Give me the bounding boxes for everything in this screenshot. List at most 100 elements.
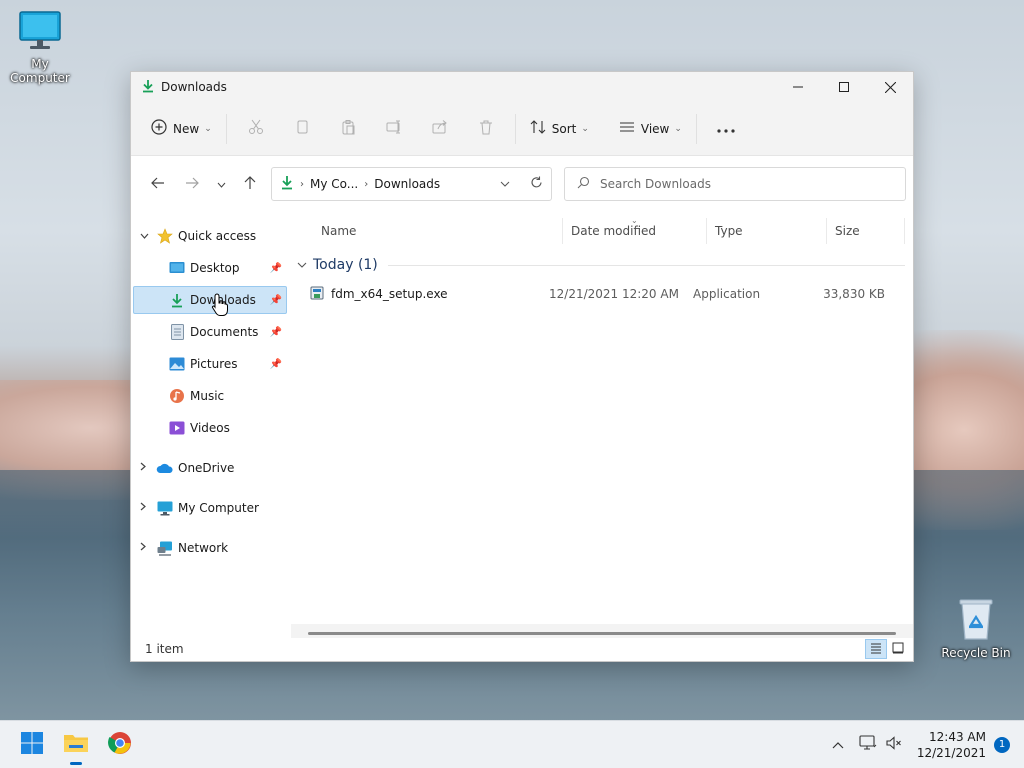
forward-button[interactable] bbox=[175, 169, 209, 199]
volume-button[interactable] bbox=[881, 730, 907, 760]
pin-icon: 📌 bbox=[269, 262, 282, 274]
volume-muted-icon bbox=[885, 735, 903, 754]
sidebar-item-label: My Computer bbox=[178, 501, 259, 515]
share-icon bbox=[432, 119, 448, 138]
chevron-right-icon: › bbox=[364, 178, 369, 190]
maximize-button[interactable] bbox=[821, 72, 867, 102]
desktop-icon-label: Recycle Bin bbox=[941, 646, 1011, 660]
sidebar-item-label: OneDrive bbox=[178, 461, 235, 475]
notification-badge[interactable]: 1 bbox=[994, 736, 1010, 753]
sidebar-item-videos[interactable]: Videos bbox=[133, 414, 287, 442]
address-bar[interactable]: › My Co... › Downloads bbox=[271, 167, 552, 201]
paste-icon bbox=[340, 119, 356, 138]
minimize-button[interactable] bbox=[775, 72, 821, 102]
address-history-dropdown[interactable] bbox=[500, 179, 510, 190]
scrollbar-thumb[interactable] bbox=[308, 632, 896, 635]
chevron-right-icon[interactable] bbox=[140, 542, 156, 554]
recent-locations-button[interactable] bbox=[209, 169, 233, 199]
more-options-button[interactable] bbox=[703, 113, 749, 145]
view-button[interactable]: View ⌄ bbox=[611, 113, 690, 145]
arrow-up-icon bbox=[244, 175, 256, 193]
column-header-type[interactable]: Type bbox=[707, 218, 827, 244]
chevron-right-icon[interactable] bbox=[140, 502, 156, 514]
group-header-today[interactable]: Today (1) bbox=[291, 250, 913, 280]
chevron-right-icon[interactable] bbox=[140, 462, 156, 474]
computer-icon bbox=[156, 500, 174, 516]
details-view-button[interactable] bbox=[865, 639, 887, 659]
clock-date: 12/21/2021 bbox=[916, 745, 986, 760]
taskbar-chrome[interactable] bbox=[98, 723, 142, 767]
chevron-down-icon bbox=[217, 177, 226, 191]
column-headers: ⌄ Name Date modified Type Size bbox=[291, 212, 913, 250]
breadcrumb-segment[interactable]: Downloads bbox=[374, 177, 440, 191]
title-bar[interactable]: Downloads bbox=[131, 72, 913, 102]
file-name: fdm_x64_setup.exe bbox=[331, 287, 448, 301]
sort-icon bbox=[530, 119, 546, 138]
desktop-icon-label: My Computer bbox=[10, 57, 70, 85]
music-icon bbox=[168, 388, 186, 404]
command-bar: New ⌄ Sort ⌄ View ⌄ bbox=[131, 102, 913, 156]
group-divider bbox=[387, 264, 905, 266]
share-button[interactable] bbox=[417, 113, 463, 145]
rename-button[interactable] bbox=[371, 113, 417, 145]
paste-button[interactable] bbox=[325, 113, 371, 145]
arrow-left-icon bbox=[151, 177, 165, 192]
sidebar-item-documents[interactable]: Documents 📌 bbox=[133, 318, 287, 346]
sort-indicator-icon: ⌄ bbox=[631, 216, 638, 225]
documents-icon bbox=[168, 324, 186, 340]
sidebar-item-quick-access[interactable]: Quick access bbox=[133, 222, 287, 250]
toolbar-separator bbox=[695, 113, 697, 144]
search-box[interactable]: Search Downloads bbox=[564, 167, 906, 201]
start-button[interactable] bbox=[10, 723, 54, 767]
arrow-right-icon bbox=[185, 177, 199, 192]
file-row[interactable]: fdm_x64_setup.exe 12/21/2021 12:20 AM Ap… bbox=[291, 280, 913, 308]
chevron-down-icon: ⌄ bbox=[581, 123, 589, 134]
copy-button[interactable] bbox=[279, 113, 325, 145]
toolbar-separator bbox=[225, 113, 227, 144]
tiles-view-icon bbox=[892, 642, 904, 657]
system-tray: 12:43 AM 12/21/2021 1 bbox=[825, 721, 1024, 768]
breadcrumb-segment[interactable]: My Co... bbox=[310, 177, 358, 191]
chevron-down-icon[interactable] bbox=[297, 260, 307, 271]
back-button[interactable] bbox=[141, 169, 175, 199]
sidebar-item-network[interactable]: Network bbox=[133, 534, 287, 562]
view-button-label: View bbox=[640, 121, 670, 136]
tiles-view-button[interactable] bbox=[887, 639, 909, 659]
column-header-size[interactable]: Size bbox=[827, 218, 905, 244]
rename-icon bbox=[386, 119, 402, 138]
show-hidden-icons-button[interactable] bbox=[825, 730, 851, 760]
sidebar-item-music[interactable]: Music bbox=[133, 382, 287, 410]
navigation-pane: Quick access Desktop 📌 Downloads 📌 Docum… bbox=[131, 212, 291, 642]
taskbar-file-explorer[interactable] bbox=[54, 723, 98, 767]
cut-button[interactable] bbox=[233, 113, 279, 145]
recycle-bin-icon bbox=[936, 597, 1016, 644]
new-button[interactable]: New ⌄ bbox=[143, 113, 220, 145]
up-button[interactable] bbox=[233, 169, 267, 199]
sidebar-item-onedrive[interactable]: OneDrive bbox=[133, 454, 287, 482]
file-list-pane: ⌄ Name Date modified Type Size Today (1)… bbox=[291, 212, 913, 642]
refresh-icon[interactable] bbox=[530, 176, 543, 192]
sidebar-item-downloads[interactable]: Downloads 📌 bbox=[133, 286, 287, 314]
taskbar: 12:43 AM 12/21/2021 1 bbox=[0, 720, 1024, 768]
sidebar-item-label: Quick access bbox=[178, 229, 257, 243]
more-icon bbox=[717, 122, 735, 136]
sidebar-item-label: Documents bbox=[190, 325, 259, 339]
horizontal-scrollbar[interactable] bbox=[291, 624, 913, 638]
sort-button[interactable]: Sort ⌄ bbox=[522, 113, 597, 145]
network-status-button[interactable] bbox=[855, 730, 881, 760]
chevron-down-icon[interactable] bbox=[140, 231, 156, 242]
sidebar-item-my-computer[interactable]: My Computer bbox=[133, 494, 287, 522]
column-header-name[interactable]: Name bbox=[291, 218, 563, 244]
sidebar-item-desktop[interactable]: Desktop 📌 bbox=[133, 254, 287, 282]
toolbar-separator bbox=[514, 113, 516, 144]
view-lines-icon bbox=[619, 119, 635, 138]
delete-button[interactable] bbox=[463, 113, 509, 145]
network-monitor-icon bbox=[859, 735, 877, 754]
pictures-icon bbox=[168, 356, 186, 372]
close-button[interactable] bbox=[867, 72, 913, 102]
clock[interactable]: 12:43 AM 12/21/2021 bbox=[917, 729, 986, 761]
desktop-icon-recycle-bin[interactable]: Recycle Bin bbox=[936, 597, 1016, 660]
sidebar-item-label: Network bbox=[178, 541, 229, 555]
sidebar-item-pictures[interactable]: Pictures 📌 bbox=[133, 350, 287, 378]
desktop-icon-my-computer[interactable]: My Computer bbox=[0, 10, 80, 85]
